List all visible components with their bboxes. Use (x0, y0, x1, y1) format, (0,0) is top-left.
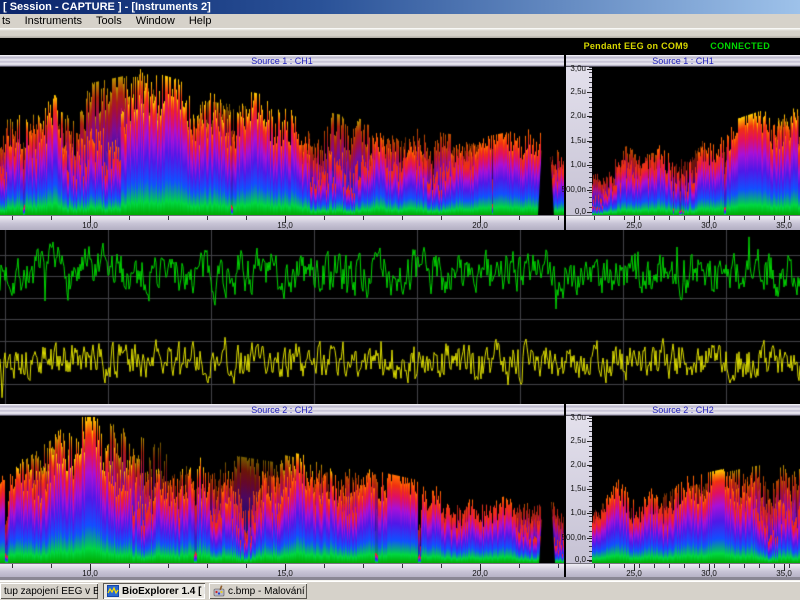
y-tick-label: 500,0n (562, 534, 586, 542)
oscilloscope-traces (0, 230, 800, 404)
y-tick-label: 3,0u (570, 414, 586, 422)
taskbar: tup zapojení EEG v Br... BioExplorer 1.4… (0, 580, 800, 600)
taskbar-button-label: tup zapojení EEG v Br... (4, 586, 98, 597)
y-tick-label: 1,0u (570, 509, 586, 517)
y-tick-label: 500,0n (562, 186, 586, 194)
spectrum-display (592, 416, 800, 563)
y-tick-label: 2,5u (570, 88, 586, 96)
ruler-minor-ticks (12, 216, 564, 220)
title-bar[interactable]: [ Session - CAPTURE ] - [Instruments 2] (0, 0, 800, 14)
menu-item-help[interactable]: Help (182, 14, 219, 28)
y-tick-label: 2,0u (570, 112, 586, 120)
taskbar-button-label: c.bmp - Malování (228, 586, 305, 597)
taskbar-button-bioexplorer[interactable]: BioExplorer 1.4 [ Desi... (103, 583, 205, 599)
device-status-bar: Pendant EEG on COM9 CONNECTED (0, 38, 800, 53)
amplitude-axis: 3,0u 2,5u 2,0u 1,5u 1,0u 500,0n 0,0 (566, 416, 592, 563)
toolbar-strip (0, 28, 800, 38)
spectrum-display (0, 67, 564, 215)
y-tick-label: 1,0u (570, 161, 586, 169)
panel-title-bar[interactable]: Source 1 : CH1 (0, 55, 564, 67)
spectrum-panel-source2-zoom: Source 2 : CH2 3,0u 2,5u 2,0u 1,5u 1,0u … (566, 404, 800, 578)
y-tick-label: 2,5u (570, 437, 586, 445)
y-tick-label: 1,5u (570, 485, 586, 493)
y-tick-label: 1,5u (570, 137, 586, 145)
frequency-ruler: 10,0 15,0 20,0 (0, 215, 564, 230)
window-title: [ Session - CAPTURE ] - [Instruments 2] (3, 1, 211, 13)
amplitude-axis: 3,0u 2,5u 2,0u 1,5u 1,0u 500,0n 0,0 (566, 67, 592, 215)
panel-title-bar[interactable]: Source 2 : CH2 (566, 404, 800, 416)
bioexplorer-icon (107, 585, 119, 597)
x-tick-label: 15,0 (265, 221, 305, 230)
panel-title-bar[interactable]: Source 1 : CH1 (566, 55, 800, 67)
ruler-minor-ticks (594, 216, 800, 220)
menu-item-truncated[interactable]: ts (0, 14, 18, 28)
panel-title-bar[interactable]: Source 2 : CH2 (0, 404, 564, 416)
frequency-ruler: 25,0 30,0 35,0 (566, 215, 800, 230)
spectrum-panel-source1-main: Source 1 : CH1 10,0 15,0 20,0 (0, 55, 564, 230)
y-tick-label: 3,0u (570, 65, 586, 73)
paint-icon (213, 585, 225, 597)
panel-title-text: Source 2 : CH2 (652, 405, 714, 415)
instruments-workspace: Source 1 : CH1 10,0 15,0 20,0 Source 1 :… (0, 53, 800, 580)
spectrum-panel-source2-main: Source 2 : CH2 10,0 15,0 20,0 (0, 404, 564, 578)
panel-title-text: Source 1 : CH1 (652, 56, 714, 66)
menu-item-window[interactable]: Window (129, 14, 182, 28)
frequency-ruler: 25,0 30,0 35,0 (566, 563, 800, 578)
device-status-text: Pendant EEG on COM9 (584, 41, 689, 51)
taskbar-button-eeg-document[interactable]: tup zapojení EEG v Br... (0, 583, 98, 599)
ruler-minor-ticks (12, 564, 564, 568)
x-tick-label: 10,0 (70, 221, 110, 230)
panel-title-text: Source 2 : CH2 (251, 405, 313, 415)
panel-title-text: Source 1 : CH1 (251, 56, 313, 66)
spectrum-panel-source1-zoom: Source 1 : CH1 3,0u 2,5u 2,0u 1,5u 1,0u … (566, 55, 800, 230)
y-tick-label: 2,0u (570, 461, 586, 469)
x-tick-label: 30,0 (689, 221, 729, 230)
menu-bar: ts Instruments Tools Window Help (0, 14, 800, 28)
application-window: [ Session - CAPTURE ] - [Instruments 2] … (0, 0, 800, 600)
frequency-ruler: 10,0 15,0 20,0 (0, 563, 564, 578)
spectrum-display (592, 67, 800, 215)
connection-status-text: CONNECTED (710, 41, 770, 51)
x-tick-label: 25,0 (614, 221, 654, 230)
x-tick-label: 35,0 (764, 221, 800, 230)
menu-item-tools[interactable]: Tools (89, 14, 129, 28)
x-tick-label: 20,0 (460, 221, 500, 230)
taskbar-button-label: BioExplorer 1.4 [ Desi... (122, 586, 205, 597)
taskbar-button-paint[interactable]: c.bmp - Malování (209, 583, 307, 599)
menu-item-instruments[interactable]: Instruments (18, 14, 89, 28)
spectrum-display (0, 416, 564, 563)
ruler-minor-ticks (594, 564, 800, 568)
